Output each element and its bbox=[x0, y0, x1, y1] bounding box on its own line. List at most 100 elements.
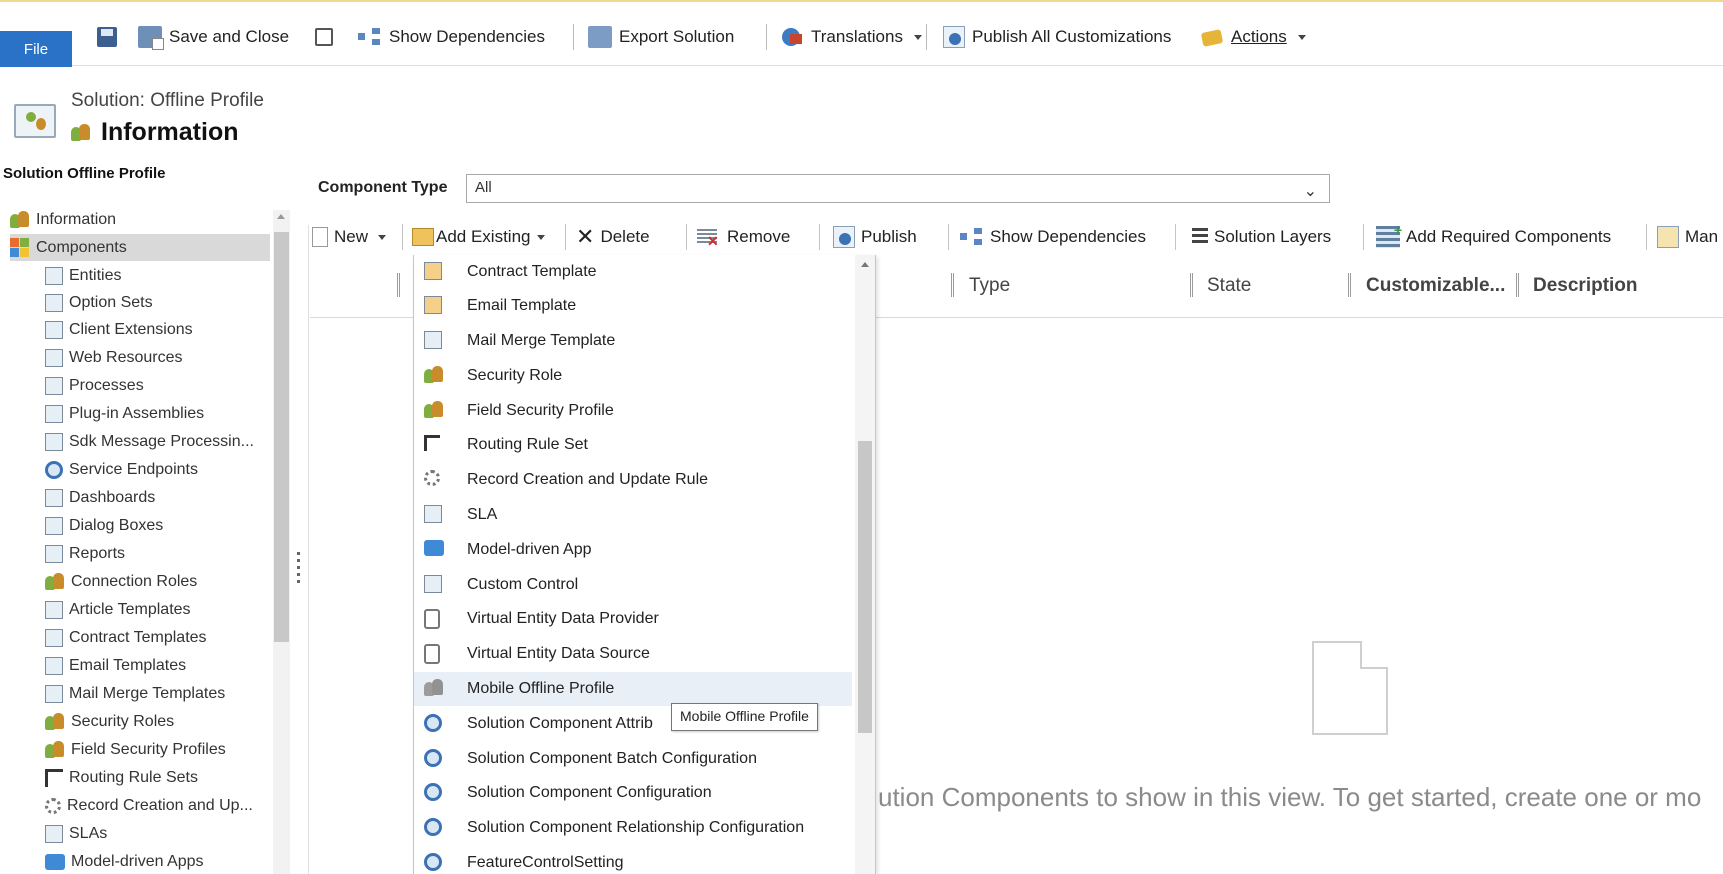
menu-item-feature-control-setting[interactable]: FeatureControlSetting bbox=[414, 846, 852, 874]
menu-item-contract-template[interactable]: Contract Template bbox=[414, 255, 852, 289]
nav-item-web-resources[interactable]: Web Resources bbox=[45, 344, 183, 371]
menu-item-virtual-entity-data-source[interactable]: Virtual Entity Data Source bbox=[414, 637, 852, 671]
save-and-close-button[interactable]: Save and Close bbox=[138, 22, 289, 52]
menu-item-mail-merge-template[interactable]: Mail Merge Template bbox=[414, 324, 852, 358]
nav-item-entities[interactable]: Entities bbox=[45, 262, 121, 289]
nav-item-label: Dashboards bbox=[69, 488, 156, 506]
menu-item-record-creation-rule[interactable]: Record Creation and Update Rule bbox=[414, 463, 852, 497]
translations-button[interactable]: Translations bbox=[780, 22, 922, 52]
column-resizer[interactable] bbox=[1516, 273, 1519, 297]
nav-item-slas[interactable]: SLAs bbox=[45, 820, 107, 847]
grid-show-dependencies-button[interactable]: Show Dependencies bbox=[960, 223, 1146, 251]
solution-layers-button[interactable]: Solution Layers bbox=[1192, 223, 1331, 251]
menu-item-virtual-entity-data-provider[interactable]: Virtual Entity Data Provider bbox=[414, 602, 852, 636]
nav-item-information[interactable]: Information bbox=[10, 206, 270, 233]
remove-button[interactable]: ✕ Remove bbox=[697, 223, 790, 251]
column-resizer[interactable] bbox=[1190, 273, 1193, 297]
column-header-state[interactable]: State bbox=[1207, 275, 1251, 297]
nav-item-email-templates[interactable]: Email Templates bbox=[45, 652, 186, 679]
solution-component-icon bbox=[424, 714, 442, 732]
feature-control-icon bbox=[424, 853, 442, 871]
column-resizer[interactable] bbox=[951, 273, 954, 297]
menu-scrollbar-thumb[interactable] bbox=[858, 441, 872, 733]
scroll-up-icon bbox=[861, 262, 869, 267]
menu-item-sla[interactable]: SLA bbox=[414, 498, 852, 532]
add-existing-button[interactable]: Add Existing bbox=[412, 223, 545, 251]
add-required-components-button[interactable]: + Add Required Components bbox=[1376, 223, 1611, 251]
nav-item-label: Connection Roles bbox=[71, 572, 198, 590]
toolbar-separator bbox=[1363, 224, 1364, 250]
nav-item-processes[interactable]: Processes bbox=[45, 372, 144, 399]
nav-item-dashboards[interactable]: Dashboards bbox=[45, 484, 155, 511]
save-button[interactable] bbox=[97, 22, 117, 52]
nav-item-reports[interactable]: Reports bbox=[45, 540, 125, 567]
nav-item-service-endpoints[interactable]: Service Endpoints bbox=[45, 456, 198, 483]
menu-item-custom-control[interactable]: Custom Control bbox=[414, 568, 852, 602]
solution-icon bbox=[14, 104, 56, 138]
nav-item-components[interactable]: Components bbox=[10, 234, 270, 261]
toolbar-separator bbox=[686, 224, 687, 250]
nav-item-record-creation[interactable]: Record Creation and Up... bbox=[45, 792, 253, 819]
ribbon-separator bbox=[573, 24, 574, 50]
routing-icon bbox=[45, 768, 63, 787]
show-dependencies-button[interactable]: Show Dependencies bbox=[358, 22, 545, 52]
nav-item-model-driven-apps[interactable]: Model-driven Apps bbox=[45, 848, 204, 874]
email-templates-icon bbox=[45, 656, 63, 675]
menu-item-label: Contract Template bbox=[467, 263, 597, 280]
ribbon: File Save and Close Show Dependencies Ex… bbox=[0, 0, 1723, 67]
chevron-down-icon bbox=[378, 234, 387, 240]
nav-item-contract-templates[interactable]: Contract Templates bbox=[45, 624, 207, 651]
nav-item-plugin-assemblies[interactable]: Plug-in Assemblies bbox=[45, 400, 204, 427]
nav-scrollbar[interactable] bbox=[273, 210, 290, 874]
publish-all-button[interactable]: Publish All Customizations bbox=[943, 22, 1171, 52]
menu-item-solution-component-relationship[interactable]: Solution Component Relationship Configur… bbox=[414, 811, 852, 845]
menu-item-routing-rule-set[interactable]: Routing Rule Set bbox=[414, 428, 852, 462]
export-solution-button[interactable]: Export Solution bbox=[588, 22, 734, 52]
delete-button[interactable]: ✕ Delete bbox=[576, 223, 650, 251]
menu-item-solution-component-batch[interactable]: Solution Component Batch Configuration bbox=[414, 742, 852, 776]
record-creation-icon bbox=[45, 797, 61, 814]
manage-icon bbox=[1657, 226, 1679, 248]
model-driven-app-icon bbox=[424, 540, 444, 556]
nav-item-field-security-profiles[interactable]: Field Security Profiles bbox=[45, 736, 226, 763]
column-header-description[interactable]: Description bbox=[1533, 275, 1638, 297]
toolbar-separator bbox=[1175, 224, 1176, 250]
nav-item-dialog-boxes[interactable]: Dialog Boxes bbox=[45, 512, 163, 539]
manage-button[interactable]: Man bbox=[1657, 223, 1718, 251]
nav-item-sdk-message-processing[interactable]: Sdk Message Processin... bbox=[45, 428, 254, 455]
nav-item-security-roles[interactable]: Security Roles bbox=[45, 708, 174, 735]
actions-label: Actions bbox=[1231, 27, 1287, 46]
menu-item-mobile-offline-profile[interactable]: Mobile Offline Profile bbox=[414, 672, 852, 706]
empty-document-icon bbox=[1312, 641, 1388, 735]
column-resizer[interactable] bbox=[397, 273, 400, 297]
column-header-type[interactable]: Type bbox=[969, 275, 1010, 297]
nav-item-routing-rule-sets[interactable]: Routing Rule Sets bbox=[45, 764, 198, 791]
actions-button[interactable]: Actions bbox=[1200, 22, 1306, 52]
menu-item-field-security-profile[interactable]: Field Security Profile bbox=[414, 394, 852, 428]
menu-item-solution-component-configuration[interactable]: Solution Component Configuration bbox=[414, 776, 852, 810]
pane-splitter[interactable] bbox=[297, 552, 300, 592]
component-type-select[interactable]: All ⌄ bbox=[466, 174, 1330, 203]
translations-label: Translations bbox=[811, 27, 903, 46]
nav-item-mail-merge-templates[interactable]: Mail Merge Templates bbox=[45, 680, 225, 707]
menu-item-label: Custom Control bbox=[467, 576, 579, 593]
toolbar-separator bbox=[565, 224, 566, 250]
new-button[interactable]: New bbox=[312, 223, 387, 251]
file-tab[interactable]: File bbox=[0, 31, 72, 67]
print-button[interactable] bbox=[315, 22, 333, 52]
nav-item-client-extensions[interactable]: Client Extensions bbox=[45, 316, 193, 343]
nav-item-label: Model-driven Apps bbox=[71, 852, 204, 870]
menu-item-model-driven-app[interactable]: Model-driven App bbox=[414, 533, 852, 567]
menu-item-email-template[interactable]: Email Template bbox=[414, 289, 852, 323]
column-resizer[interactable] bbox=[1348, 273, 1351, 297]
menu-item-security-role[interactable]: Security Role bbox=[414, 359, 852, 393]
client-extensions-icon bbox=[45, 320, 63, 339]
nav-item-connection-roles[interactable]: Connection Roles bbox=[45, 568, 197, 595]
nav-item-label: Routing Rule Sets bbox=[69, 768, 198, 786]
column-header-customizable[interactable]: Customizable... bbox=[1366, 275, 1505, 297]
nav-scrollbar-thumb[interactable] bbox=[274, 232, 289, 642]
menu-scrollbar[interactable] bbox=[855, 255, 875, 874]
nav-item-article-templates[interactable]: Article Templates bbox=[45, 596, 191, 623]
publish-button[interactable]: Publish bbox=[833, 223, 917, 251]
nav-item-option-sets[interactable]: Option Sets bbox=[45, 289, 153, 316]
